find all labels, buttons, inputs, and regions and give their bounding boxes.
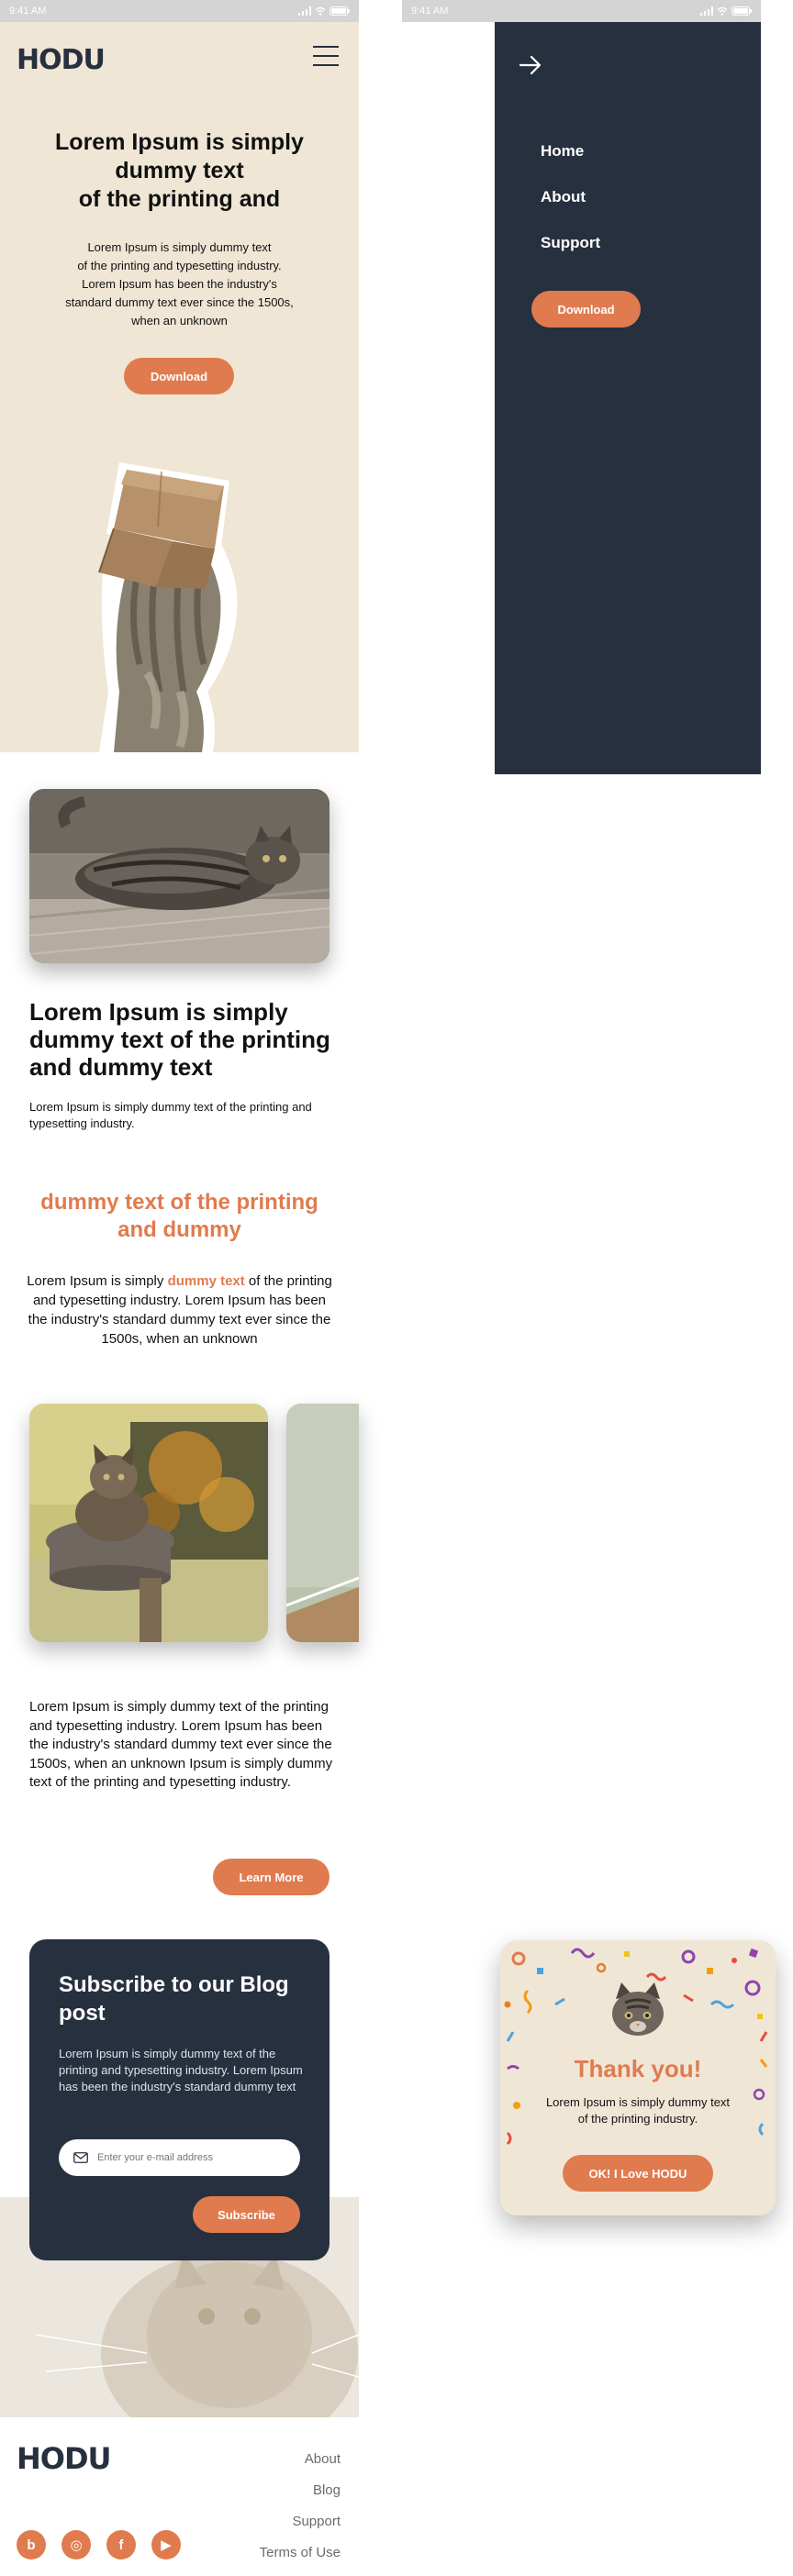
section2-highlight: dummy text <box>167 1273 245 1289</box>
section2-title: dummy text of the printing and dummy <box>40 1190 318 1242</box>
navigation-drawer: Home About Support Download <box>495 22 761 774</box>
battery-icon <box>732 6 752 16</box>
modal-title: Thank you! <box>574 2055 702 2082</box>
subscribe-title: Subscribe to our Blog post <box>59 1972 289 2026</box>
arrow-right-icon[interactable] <box>519 55 542 75</box>
status-bar-menu: 9:41 AM <box>402 0 761 22</box>
footer-link-blog[interactable]: Blog <box>220 2475 341 2506</box>
thank-you-modal: Thank you! Lorem Ipsum is simply dummy t… <box>500 1940 776 2215</box>
logo[interactable]: HODU <box>17 44 106 76</box>
cat-face-image <box>612 1982 664 2036</box>
section2-text: Lorem Ipsum is simply dummy text of the … <box>22 1271 337 1349</box>
footer-link-support[interactable]: Support <box>220 2506 341 2537</box>
instagram-icon[interactable]: ◎ <box>61 2530 91 2559</box>
hero-section: HODU Lorem Ipsum is simply dummy text of… <box>0 22 359 752</box>
menu-items: Home About Support <box>541 128 600 266</box>
footer-link-terms[interactable]: Terms of Use <box>220 2537 341 2569</box>
hero-text: Lorem Ipsum is simply dummy text of the … <box>65 240 294 328</box>
signal-icon <box>700 6 713 16</box>
subscribe-card: Subscribe to our Blog post Lorem Ipsum i… <box>29 1939 329 2260</box>
subscribe-text: Lorem Ipsum is simply dummy text of the … <box>59 2047 303 2093</box>
wifi-icon <box>315 6 326 16</box>
cat-on-tower-photo <box>29 1404 268 1642</box>
envelope-icon <box>73 2152 88 2163</box>
wifi-icon <box>717 6 728 16</box>
section3-text: Lorem Ipsum is simply dummy text of the … <box>29 1699 333 1790</box>
cat-in-box-image <box>98 462 238 752</box>
modal-text: Lorem Ipsum is simply dummy text of the … <box>545 2095 731 2126</box>
hamburger-menu-icon[interactable] <box>313 46 339 66</box>
learn-more-button[interactable]: Learn More <box>213 1859 329 1895</box>
section2-text-start: Lorem Ipsum is simply <box>27 1273 168 1289</box>
menu-item-support[interactable]: Support <box>541 220 600 266</box>
social-icons: b ◎ f ▶ <box>17 2530 181 2559</box>
youtube-icon[interactable]: ▶ <box>151 2530 181 2559</box>
footer-logo[interactable]: HODU <box>17 2441 112 2476</box>
status-time: 9:41 AM <box>411 6 449 17</box>
footer-link-about[interactable]: About <box>220 2444 341 2475</box>
blogger-icon[interactable]: b <box>17 2530 46 2559</box>
battery-icon <box>329 6 350 16</box>
subscribe-button[interactable]: Subscribe <box>193 2196 300 2233</box>
status-icons <box>298 6 350 16</box>
email-field[interactable] <box>59 2139 300 2176</box>
ok-button[interactable]: OK! I Love HODU <box>563 2155 713 2192</box>
facebook-icon[interactable]: f <box>106 2530 136 2559</box>
cat-lying-photo <box>29 789 329 963</box>
email-input[interactable] <box>97 2152 272 2163</box>
footer-links: About Blog Support Terms of Use <box>220 2444 341 2569</box>
menu-item-about[interactable]: About <box>541 174 600 220</box>
status-icons <box>700 6 752 16</box>
section1-text: Lorem Ipsum is simply dummy text of the … <box>29 1100 312 1130</box>
gallery-next-photo <box>286 1404 359 1642</box>
status-bar: 9:41 AM <box>0 0 359 22</box>
signal-icon <box>298 6 311 16</box>
menu-download-button[interactable]: Download <box>531 291 641 328</box>
download-button[interactable]: Download <box>124 358 234 394</box>
section1-title: Lorem Ipsum is simply dummy text of the … <box>29 998 330 1081</box>
menu-item-home[interactable]: Home <box>541 128 600 174</box>
status-time: 9:41 AM <box>9 6 47 17</box>
hero-title: Lorem Ipsum is simply dummy text of the … <box>55 129 304 212</box>
